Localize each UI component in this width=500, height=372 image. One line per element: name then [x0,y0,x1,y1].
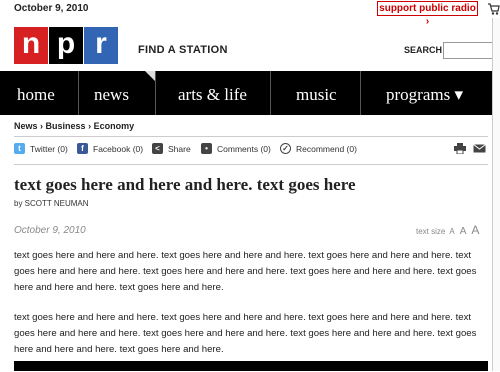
logo-letter-r: r [84,27,118,64]
current-date: October 9, 2010 [14,3,89,14]
twitter-label: Twitter (0) [30,143,68,154]
email-icon[interactable] [473,144,486,153]
breadcrumb-business[interactable]: Business [46,121,86,131]
main-nav: home news arts & life music programs ▾ [0,71,500,115]
article-date: October 9, 2010 [14,225,86,236]
share-icon: < [152,143,163,154]
search-label: SEARCH [404,45,443,55]
article-paragraph: text goes here and here and here. text g… [14,312,477,355]
comments-icon: • [201,143,212,154]
share-toolbar: t Twitter (0) f Facebook (0) < Share • C… [14,143,488,157]
logo-letter-n: n [14,27,48,64]
nav-home[interactable]: home [0,71,79,115]
breadcrumb-separator: › [40,121,44,131]
text-size-large-button[interactable]: A [471,223,479,237]
facebook-label: Facebook (0) [93,143,144,154]
logo-letter-p: p [49,27,83,64]
article-headline: text goes here and here and here. text g… [14,175,356,194]
text-size-label: text size [416,227,446,236]
comments-button[interactable]: • Comments (0) [201,143,271,154]
nav-programs[interactable]: programs ▾ [361,71,491,115]
breadcrumb-separator: › [88,121,92,131]
recommend-label: Recommend (0) [296,143,357,154]
byline: by SCOTT NEUMAN [14,199,89,208]
comments-label: Comments (0) [217,143,271,154]
nav-music[interactable]: music [271,71,361,115]
twitter-icon: t [14,143,25,154]
text-size-control: text size A A A [416,223,479,237]
breadcrumb: News › Business › Economy [14,121,134,131]
facebook-icon: f [77,143,88,154]
share-button[interactable]: < Share [152,143,191,154]
breadcrumb-economy[interactable]: Economy [94,121,135,131]
scrollbar[interactable] [492,18,500,371]
text-size-medium-button[interactable]: A [460,226,467,237]
nav-corner-fold [145,71,155,81]
print-icon[interactable] [454,143,466,154]
recommend-icon: ✓ [280,143,291,154]
find-a-station-link[interactable]: FIND A STATION [138,44,228,56]
facebook-button[interactable]: f Facebook (0) [77,143,143,154]
cart-icon[interactable] [487,0,500,16]
support-public-radio-button[interactable]: support public radio › [377,1,478,27]
nav-arts-life[interactable]: arts & life [156,71,271,115]
divider [14,136,488,137]
article-body: text goes here and here and here. text g… [14,248,488,372]
divider [14,164,488,165]
npr-logo[interactable]: n p r [14,27,119,64]
breadcrumb-news[interactable]: News [14,121,38,131]
article-paragraph: text goes here and here and here. text g… [14,250,477,293]
recommend-button[interactable]: ✓ Recommend (0) [280,143,357,154]
text-size-small-button[interactable]: A [449,227,454,236]
twitter-button[interactable]: t Twitter (0) [14,143,68,154]
bottom-bar [14,361,488,371]
share-label: Share [168,143,191,154]
